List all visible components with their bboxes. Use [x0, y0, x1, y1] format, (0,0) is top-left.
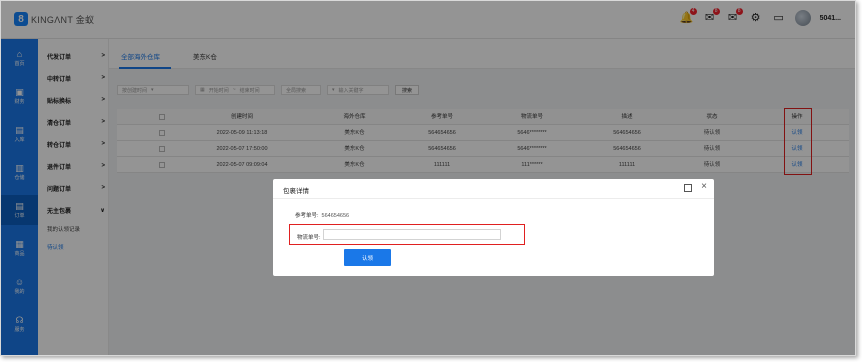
modal-title: 包裹详情 [283, 188, 309, 195]
ref-number-label: 参考单号: [295, 213, 319, 219]
modal-header: 包裹详情 × [273, 179, 714, 199]
ref-number-value: 564654656 [321, 213, 350, 219]
package-detail-modal: 包裹详情 × 参考单号: 564654656 物流单号: 认领 [273, 179, 714, 276]
claim-submit-button[interactable]: 认领 [344, 249, 391, 266]
close-icon[interactable]: × [701, 182, 707, 192]
app-window: 8 KINGΛNT 金蚁 🔔 4 ✉ 8 ✉ 8 ⚙ ▭ 5041... ⌂ 首页 ▣… [0, 0, 856, 356]
tracking-field-highlight [289, 224, 525, 245]
maximize-icon[interactable] [684, 184, 692, 192]
ref-number-row: 参考单号: 564654656 [295, 211, 349, 219]
